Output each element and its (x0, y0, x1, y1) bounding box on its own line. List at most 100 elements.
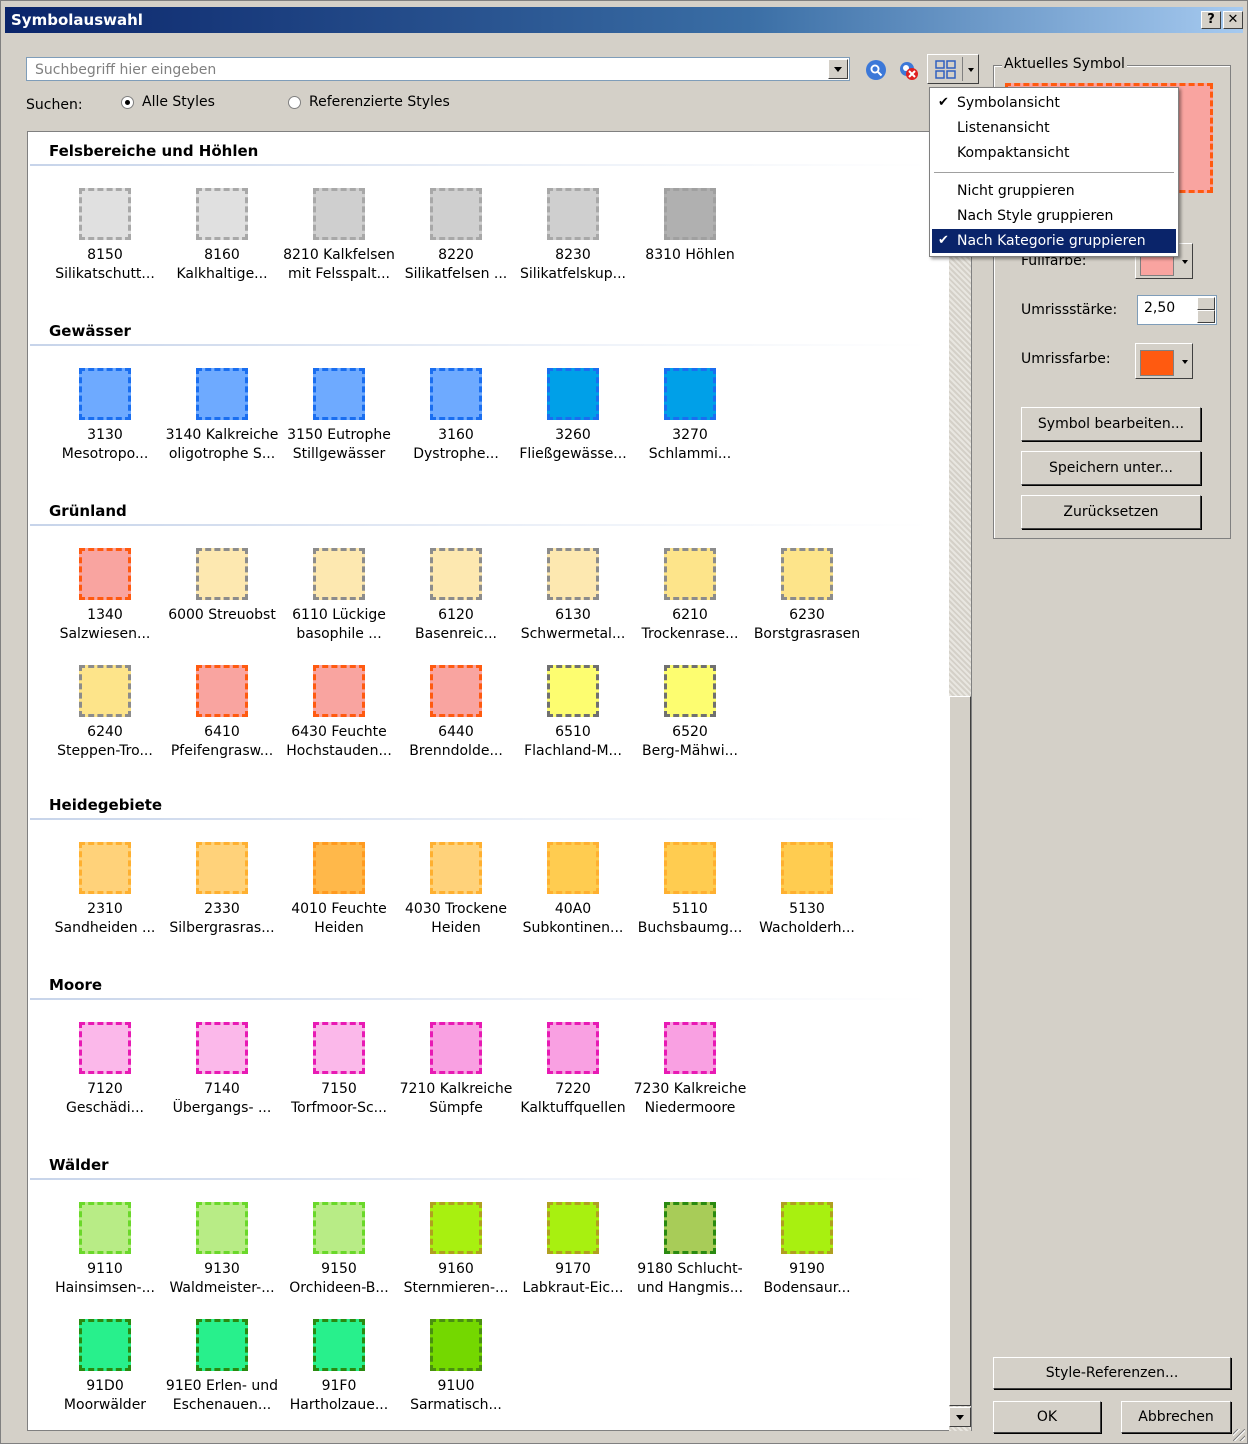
symbol-item[interactable]: 6520 Berg-Mähwi... (631, 665, 749, 761)
symbol-item[interactable]: 3150 Eutrophe Stillgewässer (280, 368, 398, 464)
outline-width-stepper[interactable]: 2,50 (1137, 295, 1217, 325)
symbol-item[interactable]: 6440 Brenndolde... (397, 665, 515, 761)
menu-item[interactable]: ✔ Nach Kategorie gruppieren (932, 229, 1176, 253)
symbol-item[interactable]: 7230 Kalkreiche Niedermoore (631, 1022, 749, 1118)
symbol-swatch[interactable] (430, 548, 482, 600)
symbol-swatch[interactable] (664, 1022, 716, 1074)
symbol-swatch[interactable] (547, 1202, 599, 1254)
symbol-item[interactable]: 6230 Borstgrasrasen (748, 548, 866, 644)
symbol-swatch[interactable] (313, 1202, 365, 1254)
symbol-item[interactable]: 5110 Buchsbaumg... (631, 842, 749, 938)
symbol-item[interactable]: 9110 Hainsimsen-... (46, 1202, 164, 1298)
menu-item[interactable]: Nicht gruppieren (932, 179, 1176, 203)
symbol-item[interactable]: 8150 Silikatschutt... (46, 188, 164, 284)
symbol-item[interactable]: 8230 Silikatfelskup... (514, 188, 632, 284)
symbol-swatch[interactable] (79, 548, 131, 600)
search-icon[interactable] (865, 59, 887, 81)
symbol-swatch[interactable] (79, 1202, 131, 1254)
symbol-item[interactable]: 5130 Wacholderh... (748, 842, 866, 938)
symbol-swatch[interactable] (313, 665, 365, 717)
symbol-swatch[interactable] (547, 842, 599, 894)
symbol-item[interactable]: 1340 Salzwiesen... (46, 548, 164, 644)
gallery-scrollbar[interactable] (949, 131, 971, 1431)
symbol-swatch[interactable] (547, 188, 599, 240)
symbol-item[interactable]: 3140 Kalkreiche oligotrophe S... (163, 368, 281, 464)
symbol-item[interactable]: 2330 Silbergrasras... (163, 842, 281, 938)
symbol-item[interactable]: 6430 Feuchte Hochstauden... (280, 665, 398, 761)
symbol-item[interactable]: 7140 Übergangs- ... (163, 1022, 281, 1118)
symbol-item[interactable]: 6130 Schwermetal... (514, 548, 632, 644)
scroll-down-button[interactable] (949, 1407, 971, 1427)
symbol-swatch[interactable] (547, 368, 599, 420)
symbol-gallery[interactable]: Felsbereiche und Höhlen 8150 Silikatschutt… (27, 131, 972, 1431)
help-button[interactable]: ? (1201, 11, 1221, 29)
cancel-button[interactable]: Abbrechen (1121, 1401, 1231, 1433)
symbol-item[interactable]: 9150 Orchideen-B... (280, 1202, 398, 1298)
symbol-swatch[interactable] (664, 665, 716, 717)
symbol-item[interactable]: 2310 Sandheiden ... (46, 842, 164, 938)
symbol-item[interactable]: 8210 Kalkfelsen mit Felsspalt... (280, 188, 398, 284)
symbol-swatch[interactable] (313, 1319, 365, 1371)
symbol-item[interactable]: 6210 Trockenrase... (631, 548, 749, 644)
symbol-swatch[interactable] (313, 368, 365, 420)
menu-item[interactable]: Nach Style gruppieren (932, 204, 1176, 228)
symbol-item[interactable]: 7150 Torfmoor-Sc... (280, 1022, 398, 1118)
symbol-swatch[interactable] (196, 1202, 248, 1254)
symbol-item[interactable]: 9180 Schlucht-und Hangmis... (631, 1202, 749, 1298)
symbol-swatch[interactable] (196, 1022, 248, 1074)
chevron-down-icon[interactable] (1182, 360, 1188, 364)
symbol-item[interactable]: 6410 Pfeifengrasw... (163, 665, 281, 761)
radio-all-styles-dot[interactable] (121, 95, 134, 109)
symbol-swatch[interactable] (196, 842, 248, 894)
symbol-item[interactable]: 8310 Höhlen (631, 188, 749, 265)
symbol-item[interactable]: 6000 Streuobst (163, 548, 281, 625)
symbol-item[interactable]: 6510 Flachland-M... (514, 665, 632, 761)
symbol-swatch[interactable] (547, 1022, 599, 1074)
symbol-swatch[interactable] (313, 188, 365, 240)
style-references-button[interactable]: Style-Referenzen... (993, 1357, 1231, 1389)
symbol-swatch[interactable] (79, 1319, 131, 1371)
search-input[interactable] (33, 60, 827, 80)
search-combobox[interactable] (26, 57, 850, 81)
symbol-swatch[interactable] (547, 548, 599, 600)
symbol-item[interactable]: 3160 Dystrophe... (397, 368, 515, 464)
reset-button[interactable]: Zurücksetzen (1021, 495, 1201, 529)
symbol-swatch[interactable] (313, 548, 365, 600)
symbol-item[interactable]: 9130 Waldmeister-... (163, 1202, 281, 1298)
symbol-swatch[interactable] (79, 842, 131, 894)
search-dropdown-arrow[interactable] (828, 59, 848, 79)
outline-width-value[interactable]: 2,50 (1144, 300, 1175, 316)
symbol-item[interactable]: 8160 Kalkhaltige... (163, 188, 281, 284)
symbol-item[interactable]: 91F0 Hartholzaue... (280, 1319, 398, 1415)
symbol-item[interactable]: 7210 Kalkreiche Sümpfe (397, 1022, 515, 1118)
symbol-swatch[interactable] (430, 1202, 482, 1254)
symbol-swatch[interactable] (430, 1022, 482, 1074)
symbol-item[interactable]: 91D0 Moorwälder (46, 1319, 164, 1415)
chevron-down-icon[interactable] (968, 68, 974, 72)
symbol-swatch[interactable] (79, 665, 131, 717)
menu-item[interactable]: Kompaktansicht (932, 141, 1176, 165)
symbol-item[interactable]: 40A0 Subkontinen... (514, 842, 632, 938)
symbol-item[interactable]: 6110 Lückige basophile ... (280, 548, 398, 644)
symbol-item[interactable]: 9170 Labkraut-Eic... (514, 1202, 632, 1298)
symbol-swatch[interactable] (313, 1022, 365, 1074)
symbol-item[interactable]: 3130 Mesotropo... (46, 368, 164, 464)
symbol-swatch[interactable] (430, 1319, 482, 1371)
edit-symbol-button[interactable]: Symbol bearbeiten... (1021, 407, 1201, 441)
symbol-item[interactable]: 4030 Trockene Heiden (397, 842, 515, 938)
symbol-swatch[interactable] (430, 842, 482, 894)
close-button[interactable]: ✕ (1223, 11, 1243, 29)
symbol-item[interactable]: 6240 Steppen-Tro... (46, 665, 164, 761)
symbol-swatch[interactable] (79, 1022, 131, 1074)
symbol-swatch[interactable] (781, 548, 833, 600)
symbol-item[interactable]: 9190 Bodensaur... (748, 1202, 866, 1298)
spin-down-button[interactable] (1197, 310, 1215, 323)
symbol-item[interactable]: 91E0 Erlen- und Eschenauen... (163, 1319, 281, 1415)
radio-referenced-styles[interactable]: Referenzierte Styles (288, 94, 450, 110)
menu-item[interactable]: Listenansicht (932, 116, 1176, 140)
title-bar[interactable]: Symbolauswahl ? ✕ (5, 7, 1243, 33)
symbol-swatch[interactable] (430, 368, 482, 420)
symbol-item[interactable]: 7220 Kalktuffquellen (514, 1022, 632, 1118)
symbol-swatch[interactable] (313, 842, 365, 894)
symbol-swatch[interactable] (430, 188, 482, 240)
